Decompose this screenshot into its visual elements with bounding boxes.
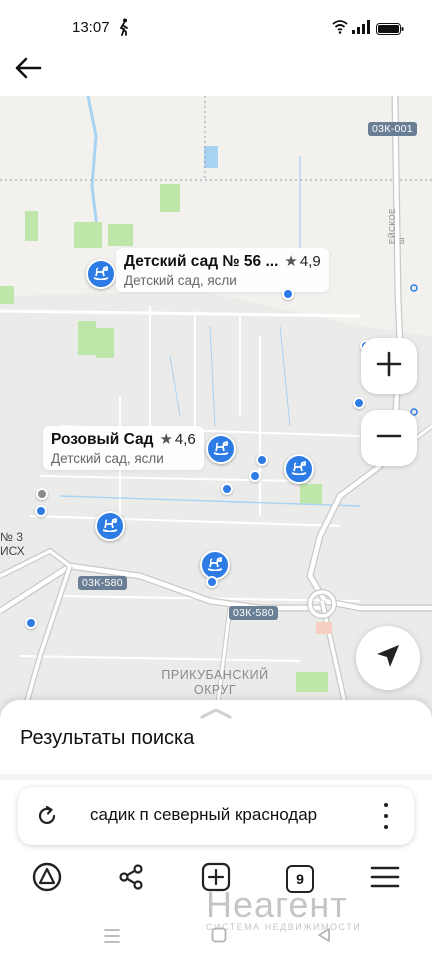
road-badge: 03К-580	[229, 606, 278, 620]
place-label-kindergarten-56[interactable]: Детский сад № 56 ... ★ 4,9 Детский сад, яс…	[116, 248, 329, 292]
share-icon	[117, 863, 145, 896]
recent-apps-icon[interactable]	[103, 927, 121, 950]
rocking-horse-icon	[212, 439, 230, 460]
hamburger-icon	[370, 865, 400, 894]
place-label-rozovyy-sad[interactable]: Розовый Сад ★ 4,6 Детский сад, ясли	[43, 426, 204, 470]
street-label: ЕЙСКОЕ ш	[388, 208, 406, 244]
map-marker-dot[interactable]	[249, 470, 261, 482]
star-icon: ★	[159, 431, 173, 448]
place-rating: 4,9	[299, 253, 321, 270]
place-category: Детский сад, ясли	[124, 273, 237, 288]
kindergarten-pin[interactable]	[86, 259, 116, 289]
map-marker-dot[interactable]	[36, 488, 48, 500]
status-time: 13:07	[72, 19, 110, 36]
kindergarten-pin[interactable]	[200, 550, 230, 580]
map-base-layer	[0, 96, 432, 726]
status-bar: 13:07	[0, 0, 432, 58]
search-query[interactable]: садик п северный краснодар	[90, 805, 317, 825]
minus-icon	[376, 423, 402, 454]
alice-icon	[32, 862, 62, 897]
place-name: Розовый Сад	[51, 431, 154, 448]
map-marker-dot[interactable]	[206, 576, 218, 588]
refresh-icon[interactable]	[36, 805, 58, 832]
kindergarten-pin[interactable]	[206, 434, 236, 464]
map-marker-dot[interactable]	[35, 505, 47, 517]
navigation-arrow-icon	[375, 643, 401, 674]
battery-icon	[376, 22, 404, 40]
sheet-divider	[0, 774, 432, 780]
search-bar[interactable]: садик п северный краснодар	[18, 787, 414, 845]
rocking-horse-icon	[101, 516, 119, 537]
my-location-button[interactable]	[356, 626, 420, 690]
rocking-horse-icon	[92, 264, 110, 285]
home-icon[interactable]	[211, 927, 227, 948]
menu-button[interactable]	[367, 861, 403, 897]
signal-icon	[352, 20, 370, 39]
map-marker-dot[interactable]	[353, 397, 365, 409]
map-view[interactable]: 03К-001 03К-580 03К-580 ЕЙСКОЕ ш ПРИКУБА…	[0, 96, 432, 726]
place-name: Детский сад № 56 ...	[124, 253, 279, 270]
map-marker-dot[interactable]	[221, 483, 233, 495]
results-title: Результаты поиска	[20, 727, 195, 749]
system-nav-bar	[0, 915, 432, 960]
zoom-out-button[interactable]	[361, 410, 417, 466]
share-button[interactable]	[113, 861, 149, 897]
map-marker-dot[interactable]	[282, 288, 294, 300]
road-badge: 03К-580	[78, 576, 127, 590]
place-rating: 4,6	[174, 431, 196, 448]
wifi-icon	[332, 20, 348, 39]
star-icon: ★	[284, 253, 298, 270]
partial-map-label: № 3 ИСХ	[0, 530, 25, 558]
walk-icon	[117, 18, 131, 41]
rocking-horse-icon	[206, 555, 224, 576]
more-vertical-icon[interactable]	[378, 803, 394, 829]
kindergarten-pin[interactable]	[95, 511, 125, 541]
plus-icon	[376, 351, 402, 382]
back-triangle-icon[interactable]	[316, 927, 332, 948]
alice-button[interactable]	[29, 861, 65, 897]
map-marker-dot[interactable]	[25, 617, 37, 629]
place-category: Детский сад, ясли	[51, 451, 164, 466]
district-label: ПРИКУБАНСКИЙ ОКРУГ	[161, 668, 269, 697]
arrow-left-icon	[14, 57, 42, 84]
back-button[interactable]	[10, 56, 46, 84]
map-marker-dot[interactable]	[256, 454, 268, 466]
kindergarten-pin[interactable]	[284, 454, 314, 484]
chevron-up-icon[interactable]	[200, 706, 232, 724]
road-badge: 03К-001	[368, 122, 417, 136]
zoom-in-button[interactable]	[361, 338, 417, 394]
rocking-horse-icon	[290, 459, 308, 480]
